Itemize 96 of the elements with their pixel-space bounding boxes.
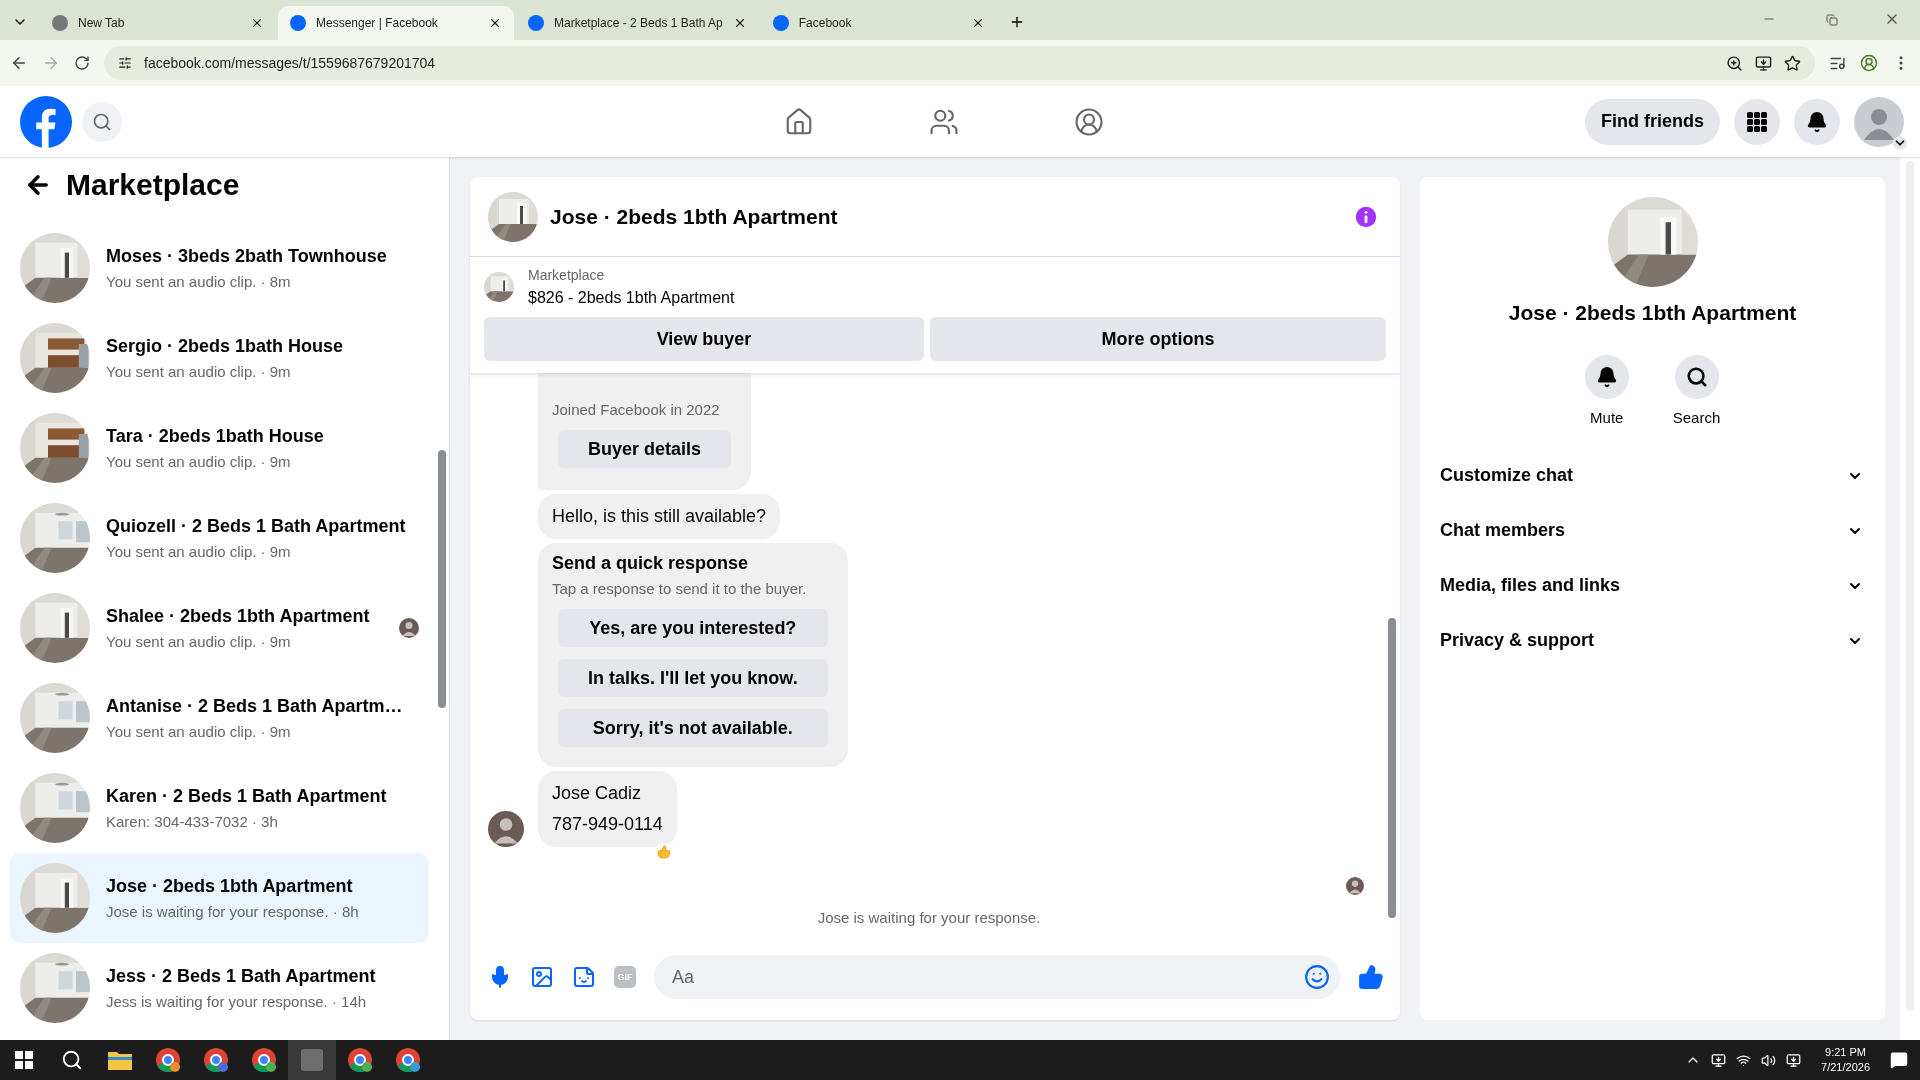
conversation-title: Jose · 2beds 1bth Apartment <box>106 876 354 897</box>
image-icon[interactable] <box>530 965 554 989</box>
quick-reply-button[interactable]: In talks. I'll let you know. <box>558 659 828 697</box>
reload-icon[interactable] <box>74 55 90 71</box>
conversation-item[interactable]: Tara · 2beds 1bath House You sent an audio clip. · 9m <box>10 403 429 493</box>
menu-grid-icon <box>1747 111 1767 132</box>
conversation-title: Quiozell · 2 Beds 1 Bath Apartment <box>106 516 407 537</box>
view-buyer-button[interactable]: View buyer <box>484 317 925 361</box>
conversation-title: Sergio · 2beds 1bath House <box>106 336 345 357</box>
url-text: facebook.com/messages/t/1559687679201704 <box>144 55 436 71</box>
browser-tab[interactable]: New Tab <box>40 6 276 40</box>
back-icon[interactable] <box>10 54 28 72</box>
sticker-icon[interactable] <box>572 965 596 989</box>
close-icon[interactable] <box>488 16 502 30</box>
search-button[interactable] <box>1674 355 1719 399</box>
volume-icon[interactable] <box>1761 1052 1777 1068</box>
install-icon[interactable] <box>1755 54 1772 72</box>
conversation-preview: You sent an audio clip. · 8m <box>106 273 292 290</box>
zoom-icon[interactable] <box>1726 54 1743 72</box>
conversation-title: Karen · 2 Beds 1 Bath Apartment <box>106 786 388 807</box>
quick-reply-button[interactable]: Yes, are you interested? <box>558 609 828 647</box>
conversation-title: Moses · 3beds 2bath Townhouse <box>106 246 388 267</box>
close-icon[interactable] <box>250 16 264 30</box>
menu-button[interactable] <box>1734 98 1780 145</box>
display-icon[interactable] <box>1711 1052 1727 1068</box>
details-section[interactable]: Customize chat <box>1420 448 1885 503</box>
windows-icon <box>15 1051 33 1069</box>
profile-icon[interactable] <box>1860 54 1878 72</box>
more-options-button[interactable]: More options <box>930 317 1386 361</box>
conversation-title: Antanise · 2 Beds 1 Bath Apartm… <box>106 696 404 717</box>
conversation-preview: You sent an audio clip. · 9m <box>106 543 292 560</box>
restore-icon[interactable] <box>1826 14 1838 26</box>
bookmark-icon[interactable] <box>1784 54 1801 72</box>
network-icon[interactable] <box>1736 1052 1752 1068</box>
browser-tab[interactable]: Facebook <box>760 6 997 40</box>
address-bar[interactable]: facebook.com/messages/t/1559687679201704 <box>104 46 1815 80</box>
listing-title: $826 - 2beds 1bth Apartment <box>528 289 735 307</box>
find-friends-button[interactable]: Find friends <box>1585 98 1720 145</box>
action-label: Mute <box>1590 409 1624 426</box>
conversation-preview: Jess is waiting for your response. · 14h <box>106 993 368 1010</box>
facebook-logo[interactable] <box>20 95 72 148</box>
sidebar-title: Marketplace <box>66 168 240 202</box>
chat-title: Jose · 2beds 1bth Apartment <box>550 204 839 229</box>
quick-response-title: Send a quick response <box>552 553 750 574</box>
conversation-item[interactable]: Moses · 3beds 2bath Townhouse You sent an audio clip. · 8m <box>10 223 429 313</box>
clock[interactable]: 9:21 PM 7/21/2026 <box>1821 1045 1870 1075</box>
conversation-item[interactable]: Jess · 2 Beds 1 Bath Apartment Jess is waiting for your response. · 14h <box>10 943 429 1033</box>
conversation-title: Shalee · 2beds 1bth Apartment <box>106 606 371 627</box>
message-text: Jose Cadiz <box>552 782 643 805</box>
mute-button[interactable] <box>1584 355 1629 399</box>
bell-icon <box>1806 110 1828 133</box>
quick-response-hint: Tap a response to send it to the buyer. <box>552 580 808 597</box>
chevron-down-icon <box>1893 135 1907 150</box>
device-icon[interactable] <box>1786 1052 1802 1068</box>
browser-tab[interactable]: Marketplace - 2 Beds 1 Bath Ap <box>516 6 759 40</box>
search-icon <box>1685 366 1708 388</box>
conversation-title: Tara · 2beds 1bath House <box>106 426 325 447</box>
conversation-preview: You sent an audio clip. · 9m <box>106 453 292 470</box>
contact-name: Jose · 2beds 1bth Apartment <box>1508 301 1797 325</box>
conversation-item[interactable]: Sergio · 2beds 1bath House You sent an audio clip. · 9m <box>10 313 429 403</box>
conversation-title: Jess · 2 Beds 1 Bath Apartment <box>106 966 377 987</box>
conversation-item[interactable]: Shalee · 2beds 1bth Apartment You sent an audio clip. · 9m <box>10 583 429 673</box>
conversation-item[interactable]: Jose · 2beds 1bth Apartment Jose is waiting for your response. · 8h <box>10 853 429 943</box>
listing-label: Marketplace <box>528 267 606 283</box>
message-text: Hello, is this still available? <box>552 505 767 528</box>
message-input[interactable]: Aa <box>654 955 1340 999</box>
emoji-icon[interactable] <box>1304 964 1330 990</box>
details-section[interactable]: Media, files and links <box>1420 558 1885 613</box>
notifications-icon[interactable] <box>1890 1051 1908 1069</box>
folder-icon[interactable] <box>108 1050 132 1070</box>
conversation-preview: You sent an audio clip. · 9m <box>106 633 292 650</box>
account-button[interactable] <box>1854 96 1904 147</box>
conversation-preview: You sent an audio clip. · 9m <box>106 723 292 740</box>
quick-reply-button[interactable]: Sorry, it's not available. <box>558 709 828 747</box>
conversation-item[interactable]: Quiozell · 2 Beds 1 Bath Apartment You sent an audio clip. · 9m <box>10 493 429 583</box>
search-icon <box>92 111 112 132</box>
avatar-icon <box>1346 877 1364 895</box>
action-label: Search <box>1672 409 1721 426</box>
conversation-preview: You sent an audio clip. · 9m <box>106 363 292 380</box>
details-section[interactable]: Privacy & support <box>1420 613 1885 668</box>
conversation-preview: Karen: 304-433-7032 · 3h <box>106 813 279 830</box>
joined-text: Joined Facebook in 2022 <box>552 401 721 418</box>
waiting-status: Jose is waiting for your response. <box>817 909 1041 926</box>
details-section[interactable]: Chat members <box>1420 503 1885 558</box>
browser-tab[interactable]: Messenger | Facebook <box>278 6 514 40</box>
groups-icon[interactable] <box>1073 106 1104 137</box>
like-icon[interactable] <box>1358 964 1384 990</box>
notifications-button[interactable] <box>1794 98 1840 145</box>
message-text: 787-949-0114 <box>552 813 663 836</box>
bell-icon <box>1595 366 1618 388</box>
conversation-item[interactable]: Karen · 2 Beds 1 Bath Apartment Karen: 304-433-7032 · 3h <box>10 763 429 853</box>
buyer-details-button[interactable]: Buyer details <box>558 430 732 468</box>
site-settings-icon[interactable] <box>118 56 132 70</box>
conversation-item[interactable]: Antanise · 2 Beds 1 Bath Apartm… You sent an audio clip. · 9m <box>10 673 429 763</box>
search-icon[interactable] <box>61 1049 83 1071</box>
conversation-preview: Jose is waiting for your response. · 8h <box>106 903 360 920</box>
